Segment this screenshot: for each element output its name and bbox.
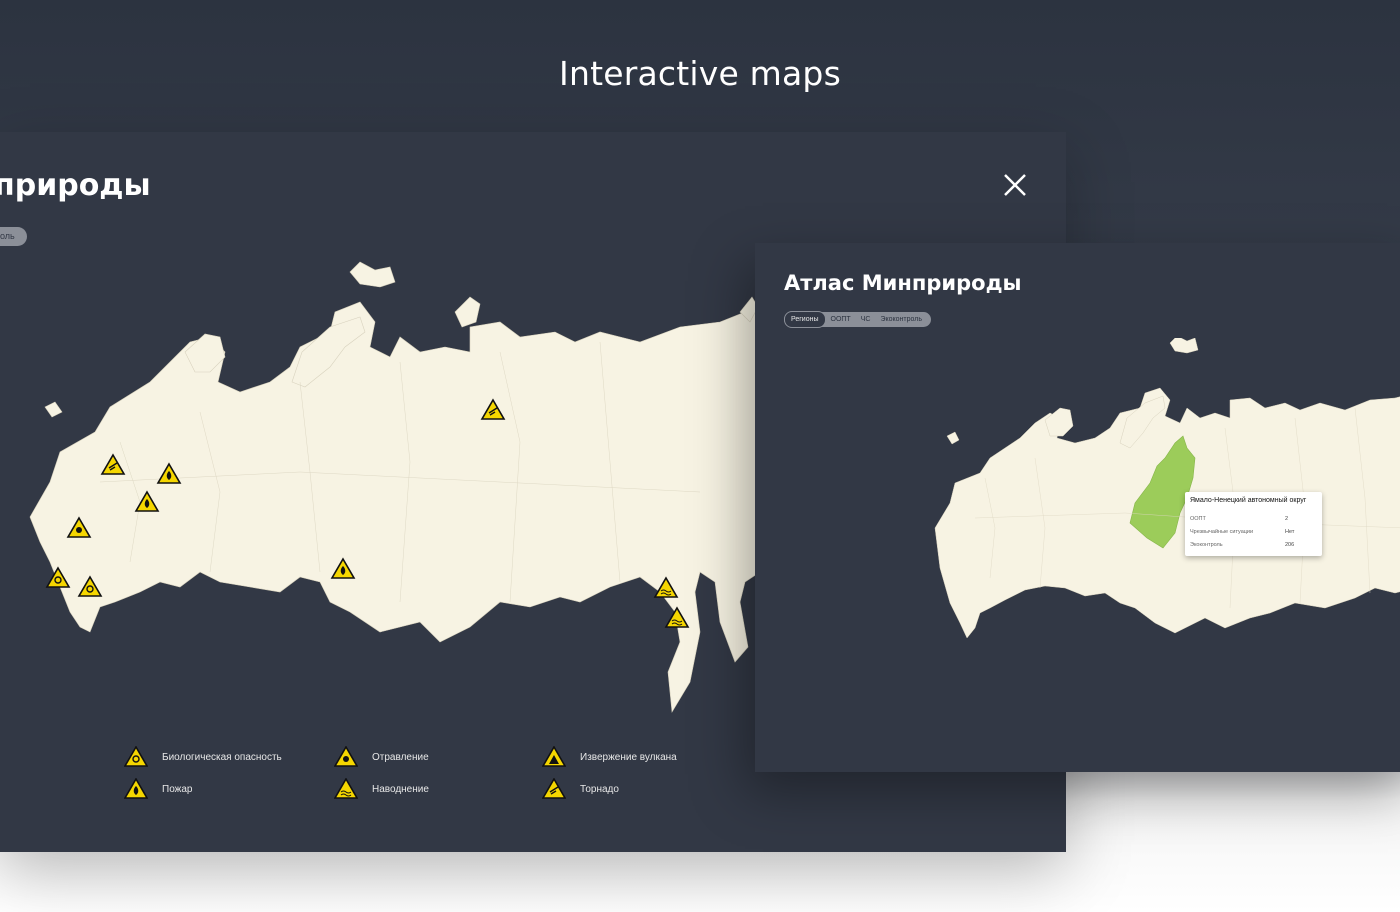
- legend-label: Наводнение: [372, 783, 429, 795]
- fire-marker[interactable]: [157, 463, 181, 484]
- legend-label: Биологическая опасность: [162, 751, 282, 763]
- page-heading: Interactive maps: [559, 54, 841, 93]
- tooltip-row-value: 206: [1285, 542, 1295, 548]
- tooltip-row: ООПТ 2: [1190, 516, 1317, 522]
- tooltip-row-label: Экоконтроль: [1190, 542, 1223, 548]
- tornado-marker[interactable]: [101, 454, 125, 475]
- tooltip-row: Экоконтроль 206: [1190, 542, 1317, 548]
- legend-poison: Отравление: [334, 746, 429, 768]
- poison-icon: [334, 746, 358, 767]
- tab-emergencies[interactable]: ЧС: [856, 312, 876, 327]
- tooltip-region-name: Ямало-Ненецкий автономный округ: [1190, 497, 1307, 504]
- tornado-icon: [542, 778, 566, 799]
- tooltip-row: Чрезвычайные ситуации Нет: [1190, 529, 1317, 535]
- fire-icon: [124, 778, 148, 799]
- legend-label: Извержение вулкана: [580, 751, 677, 763]
- poison-marker[interactable]: [67, 517, 91, 538]
- legend-label: Торнадо: [580, 783, 619, 795]
- tornado-marker[interactable]: [481, 399, 505, 420]
- biohazard-marker[interactable]: [78, 576, 102, 597]
- legend-biohazard: Биологическая опасность: [124, 746, 282, 768]
- biohazard-icon: [124, 746, 148, 767]
- region-tooltip: Ямало-Ненецкий автономный округ ООПТ 2 Ч…: [1185, 492, 1322, 556]
- legend-fire: Пожар: [124, 778, 192, 800]
- atlas-modal-front: Атлас Минприроды Регионы ООПТ ЧС Экоконт…: [755, 243, 1400, 772]
- modal-title: Атлас Минприроды: [784, 271, 1022, 295]
- biohazard-marker[interactable]: [46, 567, 70, 588]
- russia-map[interactable]: [925, 338, 1400, 658]
- fire-marker[interactable]: [135, 491, 159, 512]
- tab-ecocontrol[interactable]: Экоконтроль: [875, 312, 927, 327]
- tooltip-row-value: 2: [1285, 516, 1289, 522]
- legend-tornado: Торнадо: [542, 778, 619, 800]
- tab-oopt[interactable]: ООПТ: [826, 312, 856, 327]
- tab-regions[interactable]: Регионы: [784, 311, 826, 328]
- tooltip-row-label: ООПТ: [1190, 516, 1206, 522]
- volcano-icon: [542, 746, 566, 767]
- legend-flood: Наводнение: [334, 778, 429, 800]
- layer-tabs: Регионы ООПТ ЧС Экоконтроль: [784, 311, 931, 328]
- flood-marker[interactable]: [654, 577, 678, 598]
- flood-marker[interactable]: [665, 607, 689, 628]
- hazard-legend: Биологическая опасность Отравление Извер…: [124, 742, 744, 822]
- fire-marker[interactable]: [331, 558, 355, 579]
- legend-volcano: Извержение вулкана: [542, 746, 677, 768]
- tooltip-row-value: Нет: [1285, 529, 1295, 535]
- flood-icon: [334, 778, 358, 799]
- legend-label: Отравление: [372, 751, 429, 763]
- tooltip-row-label: Чрезвычайные ситуации: [1190, 529, 1254, 535]
- legend-label: Пожар: [162, 783, 193, 795]
